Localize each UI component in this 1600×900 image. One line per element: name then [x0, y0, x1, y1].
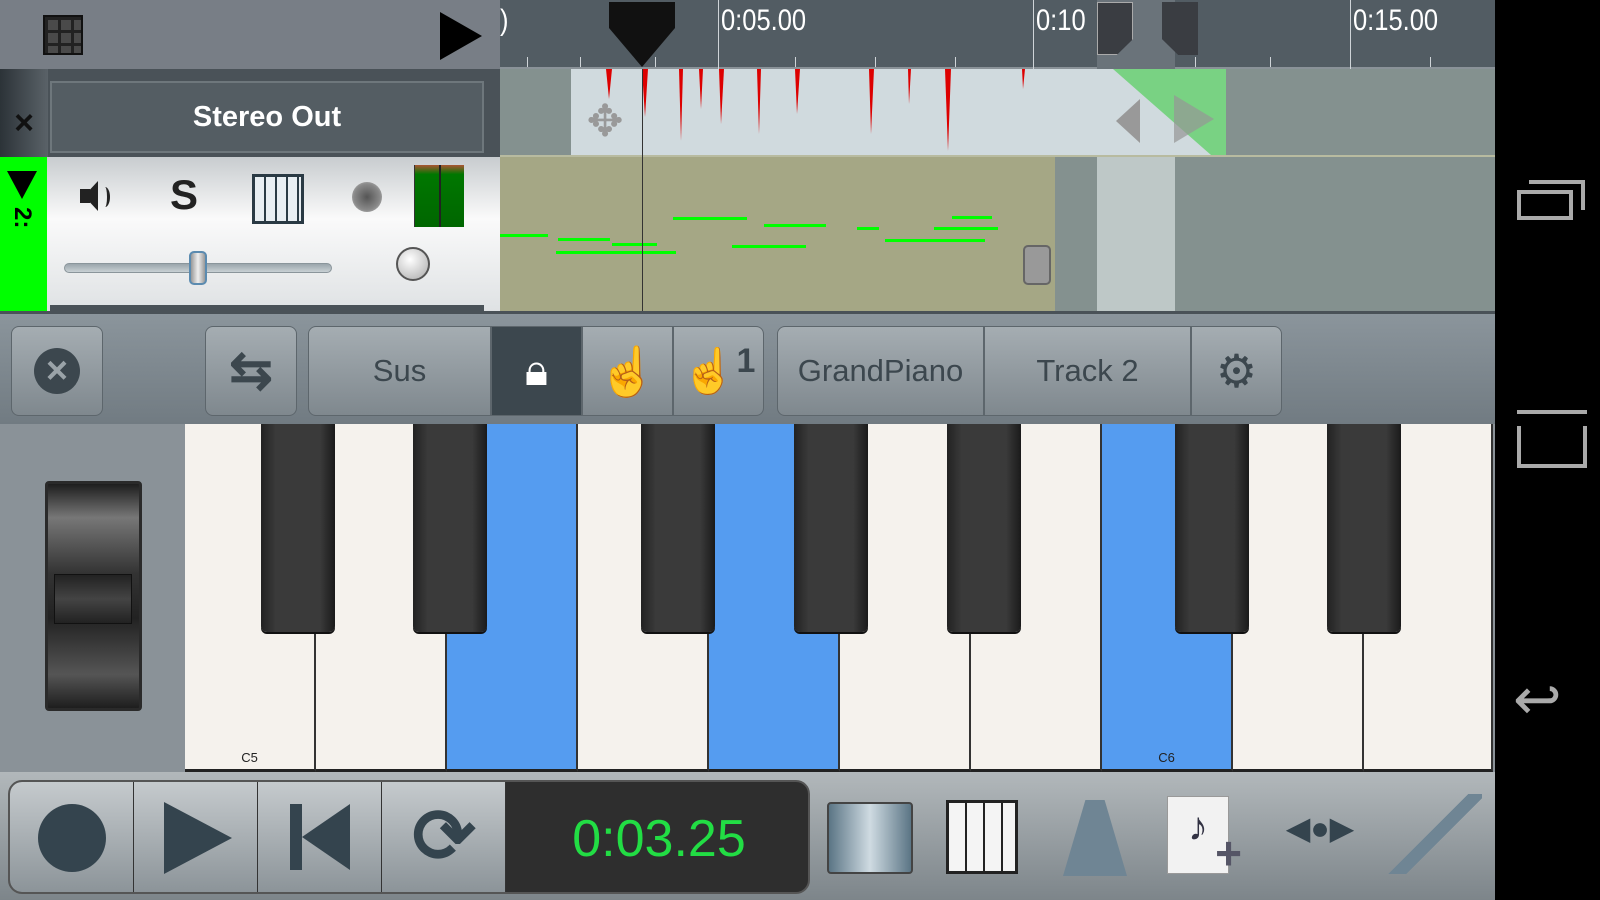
piano-icon[interactable] [252, 174, 304, 224]
key-c-sharp5[interactable] [261, 424, 335, 632]
track-name: Stereo Out [192, 100, 342, 133]
loop-region-shade [1097, 157, 1175, 311]
midi-clip-track-2[interactable] [500, 157, 1055, 311]
hand-one-label: 1 [736, 341, 756, 380]
back-icon[interactable]: ↩ [1513, 670, 1562, 730]
key-d-sharp5[interactable] [413, 424, 487, 632]
loop-button[interactable]: ⟳ [382, 782, 506, 892]
track-2-header: 2: S [0, 157, 500, 311]
transport-bar: ⟳ 0:03.25 ♪ + ◀●▶ [0, 772, 1495, 900]
keyboard-toolbar: × ⇆ Sus 🔒︎ ☝ ☝ 1 GrandPiano Track 2 ⚙ [0, 311, 1495, 424]
ruler-label-partial: ) [500, 4, 509, 37]
solo-button[interactable]: S [170, 171, 198, 219]
key-a-sharp5[interactable] [947, 424, 1021, 632]
header-bar [0, 0, 500, 69]
volume-slider-thumb[interactable] [189, 251, 207, 285]
mute-speaker-icon[interactable] [80, 179, 116, 215]
system-navigation-bar: ↩ [1495, 0, 1600, 900]
track-label: Track 2 [1036, 353, 1139, 388]
touch-mode-button[interactable]: ☝ [582, 326, 673, 416]
key-g-sharp5[interactable] [794, 424, 868, 632]
tracks-area[interactable]: ✥ [500, 69, 1495, 311]
clip-volume-icon[interactable] [1116, 99, 1140, 143]
collapse-triangle-icon[interactable] [7, 171, 37, 199]
track-select-button[interactable]: Track 2 [984, 326, 1191, 416]
rewind-button[interactable] [258, 782, 382, 892]
ruler-label-15s: 0:15.00 [1353, 4, 1439, 37]
key-d-sharp6[interactable] [1327, 424, 1401, 632]
close-keyboard-button[interactable]: × [11, 326, 103, 416]
sustain-label: Sus [372, 353, 427, 388]
ruler-label-5s: 0:05.00 [721, 4, 807, 37]
tools-hammer-icon[interactable] [1382, 794, 1482, 874]
move-clip-icon[interactable]: ✥ [579, 99, 631, 145]
rewind-to-start-icon [290, 804, 302, 870]
pan-knob[interactable] [396, 247, 430, 281]
key-f-sharp5[interactable] [641, 424, 715, 632]
record-arm-button[interactable] [352, 182, 382, 212]
playhead-marker[interactable] [609, 2, 675, 67]
hand-one-icon: ☝ [681, 347, 737, 396]
lock-button[interactable]: 🔒︎ [491, 326, 582, 416]
hand-icon: ☝ [597, 345, 658, 399]
play-icon [164, 802, 232, 874]
clip-play-icon[interactable] [1174, 95, 1214, 143]
audio-clip-stereo-out[interactable]: ✥ [571, 69, 1226, 155]
track-name-button[interactable]: Stereo Out [50, 81, 484, 153]
key-label-c6: C6 [1158, 750, 1175, 765]
play-button[interactable] [134, 782, 258, 892]
piano-roll-icon[interactable] [946, 800, 1018, 874]
lock-icon: 🔒︎ [524, 346, 549, 395]
mixer-icon[interactable] [827, 802, 913, 874]
instrument-button[interactable]: GrandPiano [777, 326, 984, 416]
key-c-sharp6[interactable] [1175, 424, 1249, 632]
swap-button[interactable]: ⇆ [205, 326, 297, 416]
key-label-c5: C5 [241, 750, 258, 765]
swap-arrows-icon: ⇆ [229, 342, 273, 400]
playhead-line [642, 69, 643, 311]
track-stereo-out-header: × Stereo Out [0, 69, 500, 157]
play-icon[interactable] [440, 12, 482, 60]
metronome-icon[interactable] [1063, 800, 1127, 876]
level-meter [414, 165, 464, 227]
close-circle-icon: × [34, 348, 80, 394]
pitch-wheel[interactable] [45, 481, 142, 711]
ruler-label-10s: 0:10 [1036, 4, 1086, 37]
timeline-ruler[interactable]: ) 0:05.00 0:10 0:15.00 [500, 0, 1495, 69]
record-button[interactable] [10, 782, 134, 892]
record-icon [38, 804, 106, 872]
track-2-select-tab[interactable]: 2: [0, 157, 47, 311]
volume-slider[interactable] [64, 251, 332, 285]
midi-notes [500, 216, 998, 254]
time-display: 0:03.25 [572, 810, 746, 868]
pitch-wheel-handle[interactable] [54, 574, 132, 624]
close-icon: × [14, 103, 34, 142]
sustain-button[interactable]: Sus [308, 326, 491, 416]
clip-resize-handle[interactable] [1023, 245, 1051, 285]
navigation-arrows-icon[interactable]: ◀●▶ [1270, 808, 1370, 848]
home-icon[interactable] [1517, 410, 1587, 468]
piano-keyboard: C5 C6 [0, 424, 1495, 772]
gear-icon: ⚙ [1215, 345, 1258, 397]
track-number: 2: [9, 207, 36, 229]
add-audio-file-icon[interactable]: ♪ + [1167, 796, 1242, 879]
single-touch-button[interactable]: ☝ 1 [673, 326, 764, 416]
instrument-label: GrandPiano [797, 353, 964, 388]
settings-button[interactable]: ⚙ [1191, 326, 1282, 416]
grid-icon[interactable] [43, 15, 83, 55]
loop-icon: ⟳ [412, 794, 476, 879]
close-track-button[interactable]: × [0, 69, 48, 157]
